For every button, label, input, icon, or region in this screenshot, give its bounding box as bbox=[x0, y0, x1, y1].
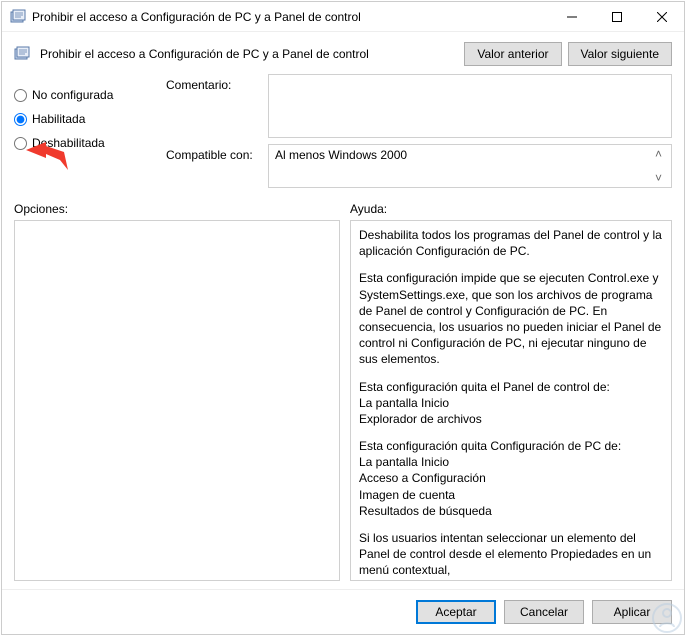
maximize-button[interactable] bbox=[594, 2, 639, 31]
comment-textarea[interactable] bbox=[268, 74, 672, 138]
radio-enabled-input[interactable] bbox=[14, 113, 27, 126]
options-label: Opciones: bbox=[14, 202, 350, 216]
watermark-icon bbox=[650, 601, 684, 635]
supported-box: Al menos Windows 2000 ˄˅ bbox=[268, 144, 672, 188]
policy-icon bbox=[10, 9, 26, 25]
policy-icon bbox=[14, 46, 30, 62]
comment-label: Comentario: bbox=[166, 74, 258, 138]
next-setting-button[interactable]: Valor siguiente bbox=[568, 42, 673, 66]
radio-not-configured-input[interactable] bbox=[14, 89, 27, 102]
radio-disabled-input[interactable] bbox=[14, 137, 27, 150]
minimize-button[interactable] bbox=[549, 2, 594, 31]
help-text: Si los usuarios intentan seleccionar un … bbox=[359, 530, 667, 579]
radio-enabled[interactable]: Habilitada bbox=[14, 112, 154, 126]
radio-not-configured[interactable]: No configurada bbox=[14, 88, 154, 102]
spinner-icon: ˄˅ bbox=[655, 147, 669, 185]
supported-label: Compatible con: bbox=[166, 144, 258, 188]
options-pane bbox=[14, 220, 340, 581]
help-text: Esta configuración impide que se ejecute… bbox=[359, 270, 667, 367]
help-text: Deshabilita todos los programas del Pane… bbox=[359, 227, 667, 259]
radio-label: Deshabilitada bbox=[32, 136, 105, 150]
titlebar: Prohibir el acceso a Configuración de PC… bbox=[2, 2, 684, 32]
close-button[interactable] bbox=[639, 2, 684, 31]
help-label: Ayuda: bbox=[350, 202, 387, 216]
ok-button[interactable]: Aceptar bbox=[416, 600, 496, 624]
previous-setting-button[interactable]: Valor anterior bbox=[464, 42, 561, 66]
help-text: Esta configuración quita Configuración d… bbox=[359, 438, 667, 519]
supported-value: Al menos Windows 2000 bbox=[275, 148, 407, 162]
help-text: Esta configuración quita el Panel de con… bbox=[359, 379, 667, 428]
window-title: Prohibir el acceso a Configuración de PC… bbox=[32, 10, 549, 24]
radio-disabled[interactable]: Deshabilitada bbox=[14, 136, 154, 150]
policy-title: Prohibir el acceso a Configuración de PC… bbox=[40, 47, 454, 61]
help-pane[interactable]: Deshabilita todos los programas del Pane… bbox=[350, 220, 672, 581]
radio-label: No configurada bbox=[32, 88, 113, 102]
radio-label: Habilitada bbox=[32, 112, 85, 126]
cancel-button[interactable]: Cancelar bbox=[504, 600, 584, 624]
